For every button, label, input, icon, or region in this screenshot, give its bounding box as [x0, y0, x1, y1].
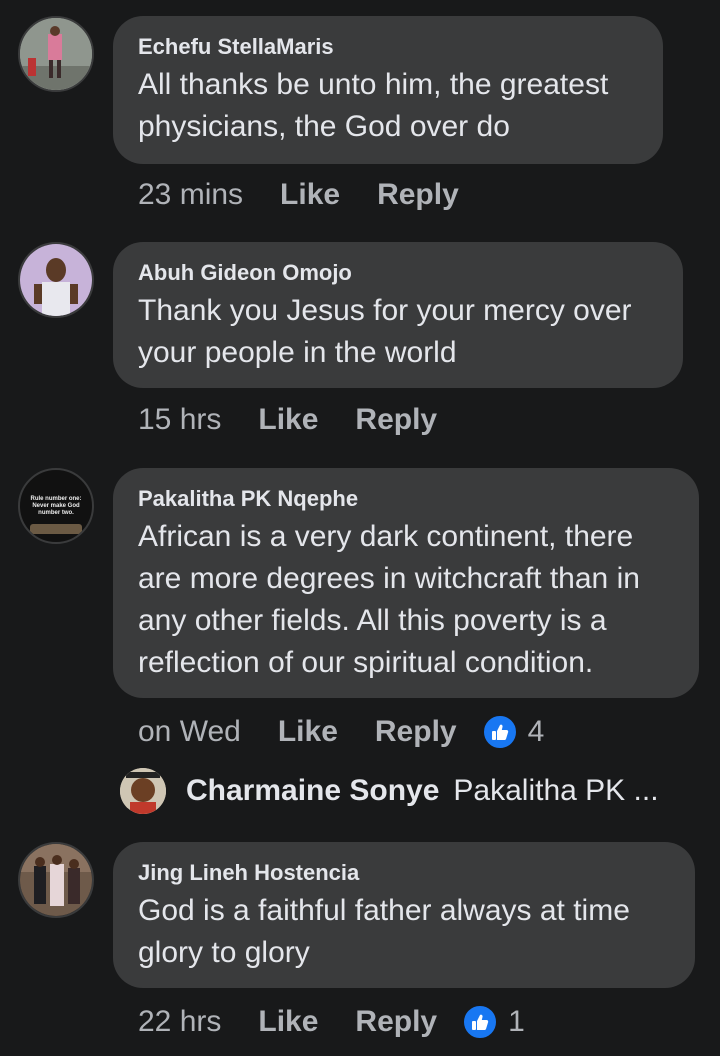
comment-text-line: Thank you Jesus for your mercy over: [138, 294, 632, 327]
avatar-caption-line: Never make God: [32, 503, 80, 509]
comment-bubble: Pakalitha PK Nqephe African is a very da…: [113, 468, 699, 698]
thumbs-up-icon: [462, 1004, 499, 1040]
comment-author[interactable]: Jing Lineh Hostencia: [138, 860, 669, 886]
comment-timestamp[interactable]: 15 hrs: [138, 403, 221, 437]
comment-actions: 22 hrs Like Reply 1: [138, 1004, 525, 1040]
comment-author[interactable]: Pakalitha PK Nqephe: [138, 486, 673, 512]
comment-actions: on Wed Like Reply 4: [138, 714, 544, 750]
comment-text-line: glory to glory: [138, 936, 310, 969]
comment-text-line: God is a faithful father always at time: [138, 894, 630, 927]
comment-actions: 23 mins Like Reply: [138, 178, 496, 212]
comment-text-line: your people in the world: [138, 336, 457, 369]
comment-text-line: physicians, the God over do: [138, 110, 510, 143]
avatar-caption-line: number two.: [38, 510, 74, 516]
reply-button[interactable]: Reply: [377, 178, 459, 212]
comment-text-line: any other fields. All this poverty is a: [138, 604, 607, 637]
comment-bubble: Echefu StellaMaris All thanks be unto hi…: [113, 16, 663, 164]
reply-button[interactable]: Reply: [375, 715, 457, 749]
comment-bubble: Jing Lineh Hostencia God is a faithful f…: [113, 842, 695, 988]
comment-text-line: African is a very dark continent, there: [138, 520, 634, 553]
comment-bubble: Abuh Gideon Omojo Thank you Jesus for yo…: [113, 242, 683, 388]
reply-author[interactable]: Charmaine Sonye: [186, 774, 439, 808]
reply-text: Pakalitha PK ...: [453, 774, 659, 807]
comment-timestamp[interactable]: 22 hrs: [138, 1005, 221, 1039]
like-button[interactable]: Like: [278, 715, 338, 749]
avatar-abuh[interactable]: [18, 242, 94, 318]
avatar-echefu[interactable]: [18, 16, 94, 92]
comment-text-line: All thanks be unto him, the greatest: [138, 68, 609, 101]
comment-text-line: are more degrees in witchcraft than in: [138, 562, 640, 595]
thumbs-up-icon: [481, 714, 518, 750]
avatar-jing[interactable]: [18, 842, 94, 918]
reply-preview[interactable]: Charmaine Sonye Pakalitha PK ...: [120, 768, 659, 814]
comment-author[interactable]: Echefu StellaMaris: [138, 34, 637, 60]
comment-text-line: reflection of our spiritual condition.: [138, 646, 594, 679]
avatar-charmaine: [120, 768, 166, 814]
reaction-count: 4: [527, 715, 545, 748]
reaction-count: 1: [508, 1005, 525, 1038]
like-button[interactable]: Like: [258, 1005, 318, 1039]
comment-timestamp[interactable]: 23 mins: [138, 178, 243, 212]
avatar-caption-line: Rule number one:: [30, 496, 82, 502]
like-button[interactable]: Like: [258, 403, 318, 437]
reply-button[interactable]: Reply: [355, 403, 437, 437]
reactions[interactable]: 4: [481, 714, 545, 750]
comment-actions: 15 hrs Like Reply: [138, 403, 474, 437]
like-button[interactable]: Like: [280, 178, 340, 212]
reply-button[interactable]: Reply: [355, 1005, 437, 1039]
comment-author[interactable]: Abuh Gideon Omojo: [138, 260, 657, 286]
comment-timestamp[interactable]: on Wed: [138, 715, 241, 749]
reactions[interactable]: 1: [462, 1004, 525, 1040]
avatar-pakalitha[interactable]: Rule number one: Never make God number t…: [18, 468, 94, 544]
